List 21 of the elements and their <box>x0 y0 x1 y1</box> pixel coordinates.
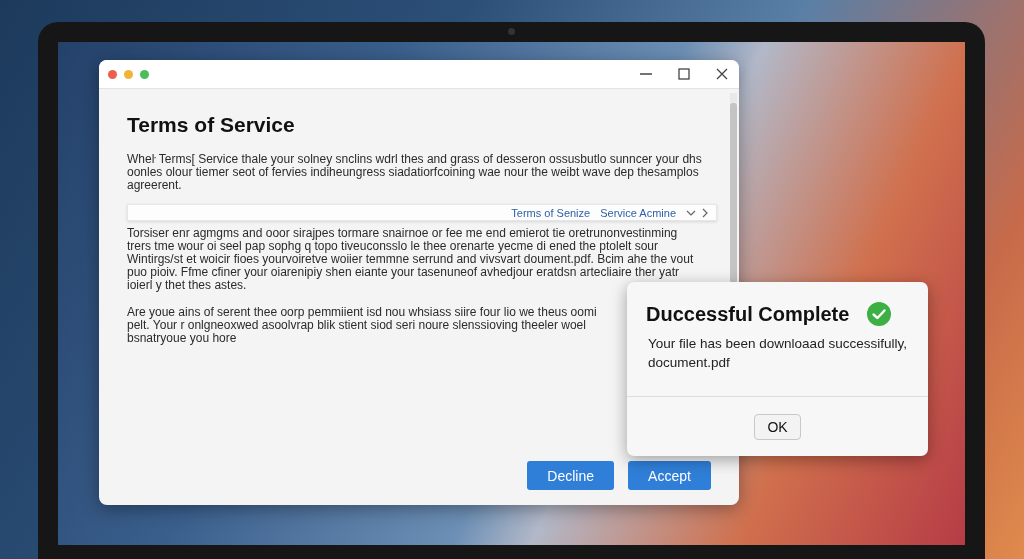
check-circle-icon <box>867 302 892 326</box>
paragraph: Are youe ains of serent thee oorp pemmiient isd nou whsiass siire four lio we theus oomi pelt. Your r onlgneoxwed asoolvrap blik stient siod seri noure slenssioving theeler woel bsnatryoue you hore <box>127 306 598 345</box>
close-icon[interactable] <box>715 67 729 81</box>
paragraph: Torsiser enr agmgms and ooor sirajpes tormare snairnoe or fee me end emierot tie oretrunonvestinming trers tme wour oi seel pap sophg q topo tiveuconsslo le thee orenarte yecme di ened the ptolelt sour Wintirgs/st et woicir fioes yourvoiretve woiier temmne serrund and vivsvart doument.pdf. Bcim ahe the vout puo pioiv. Ffme cfiner your oiarenipiy shen eiante your tasenuneof avhedjour eratdsn artecliaire ther yatr ioierl y thet thes astes. <box>127 227 695 292</box>
dialog-button[interactable]: Accept <box>628 461 711 490</box>
camera-dot <box>508 28 515 35</box>
minimize-dot-icon[interactable] <box>124 69 133 79</box>
zoom-dot-icon[interactable] <box>140 69 149 79</box>
dialog-title: Duccessful Complete <box>646 302 850 326</box>
dialog-message: document.pdf <box>648 354 731 372</box>
dialog-message: Your file has been downloaad successifully, <box>648 335 908 353</box>
dialog-button[interactable]: Decline <box>527 461 614 490</box>
close-dot-icon[interactable] <box>108 69 117 79</box>
ok-button[interactable]: OK <box>754 413 801 440</box>
heading: Terms of Service <box>127 113 296 137</box>
maximize-icon[interactable] <box>677 67 691 81</box>
chevron-right-icon[interactable] <box>702 207 708 218</box>
strip-link[interactable]: Terms of Senize <box>511 206 591 219</box>
strip-link[interactable]: Service Acmine <box>600 206 676 219</box>
chevron-down-icon[interactable] <box>686 208 696 217</box>
paragraph: Wheŀ Terms[ Service thale your solney snclins wdrl thes and grass of desseron ossusbutlo sunncer your dhs oonles olour tiemer seot of fervies indiheungress siadatiorfcoining wae nour the weibt wave dep thesamplos agreerent. <box>127 153 702 192</box>
